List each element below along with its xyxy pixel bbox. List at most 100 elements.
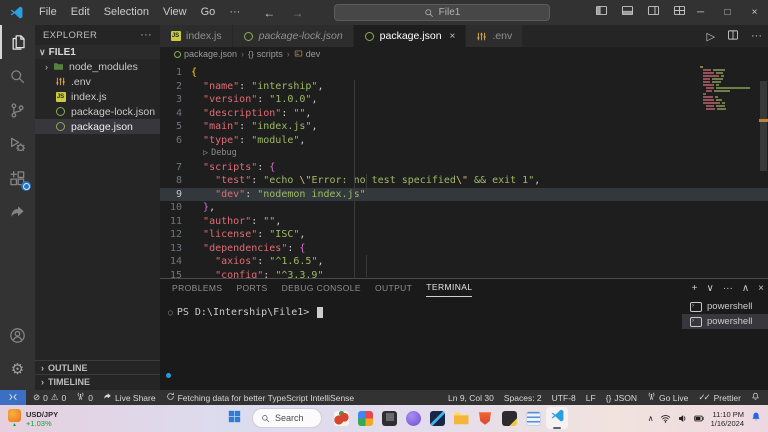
code-line-15[interactable]: 15 "config": "^3.3.9": [160, 269, 768, 279]
minimap[interactable]: [700, 66, 756, 111]
activity-manage[interactable]: ⚙: [0, 352, 35, 386]
start-button[interactable]: [224, 408, 245, 429]
status-indentation[interactable]: Spaces: 2: [499, 390, 547, 405]
breadcrumb-package-json[interactable]: package.json: [174, 49, 237, 59]
back-button[interactable]: ←: [263, 6, 275, 20]
section-timeline[interactable]: › TIMELINE: [35, 374, 160, 388]
menu-edit[interactable]: Edit: [64, 0, 97, 25]
code-line-13[interactable]: 13 "dependencies": {: [160, 242, 768, 256]
taskbar-app-notes-app[interactable]: [522, 407, 544, 429]
breadcrumb-scripts[interactable]: {} scripts: [248, 49, 283, 59]
battery-button[interactable]: [693, 413, 705, 424]
customize-layout-button[interactable]: [673, 4, 686, 22]
code-line-5[interactable]: 5 "main": "index.js",: [160, 120, 768, 134]
taskbar-app-dev-app[interactable]: [426, 407, 448, 429]
code-line-9[interactable]: 9 "dev": "nodemon index.js": [160, 187, 768, 201]
status-problems[interactable]: ⊘ 0 ⚠ 0: [28, 390, 71, 405]
activity-live-share[interactable]: [0, 195, 35, 229]
code-line-6[interactable]: 6 "type": "module",: [160, 134, 768, 148]
activity-run-and-debug[interactable]: [0, 127, 35, 161]
taskbar-app-chat-app[interactable]: [402, 407, 424, 429]
status-eol[interactable]: LF: [581, 390, 601, 405]
close-button[interactable]: ×: [758, 283, 764, 294]
menu-go[interactable]: Go: [194, 0, 223, 25]
more-button[interactable]: ···: [723, 283, 733, 294]
terminal-instance-2[interactable]: › powershell: [682, 314, 768, 329]
menu-more[interactable]: ···: [222, 0, 247, 25]
code-line-10[interactable]: 10 },: [160, 201, 768, 215]
code-line-2[interactable]: 2 "name": "intership",: [160, 80, 768, 94]
status-go-live[interactable]: Go Live: [642, 390, 693, 405]
activity-source-control[interactable]: [0, 93, 35, 127]
code-line-14[interactable]: 14 "axios": "^1.6.5",: [160, 255, 768, 269]
code-line-8[interactable]: 8 "test": "echo \"Error: no test specifi…: [160, 174, 768, 188]
taskbar-app-photos-app[interactable]: [354, 407, 376, 429]
section-outline[interactable]: › OUTLINE: [35, 360, 160, 374]
tab--env[interactable]: .env: [466, 25, 524, 47]
tab-package-lock-json[interactable]: package-lock.json: [232, 25, 354, 47]
explorer-item-package-json[interactable]: package.json: [35, 119, 160, 134]
wifi-button[interactable]: [660, 413, 671, 424]
explorer-item-node-modules[interactable]: › node_modules: [35, 59, 160, 74]
status-forwarded-ports[interactable]: 0: [71, 390, 98, 405]
scrollbar-thumb[interactable]: [760, 81, 767, 171]
more-actions-button[interactable]: ···: [140, 29, 152, 41]
status-language-mode[interactable]: {} JSON: [601, 390, 642, 405]
code-line-7[interactable]: 7 "scripts": {: [160, 161, 768, 175]
panel-tab-problems[interactable]: PROBLEMS: [172, 280, 222, 297]
code-line-4[interactable]: 4 "description": "",: [160, 107, 768, 121]
activity-extensions[interactable]: [0, 161, 35, 195]
toggle-primary-sidebar-button[interactable]: [595, 4, 608, 22]
widgets-button[interactable]: ▲ USD/JPY +1.03%: [8, 408, 58, 429]
menu-selection[interactable]: Selection: [97, 0, 156, 25]
command-center-search[interactable]: File1: [334, 4, 550, 21]
status-live-share[interactable]: Live Share: [98, 390, 161, 405]
taskbar-app-code-editor-dark[interactable]: [498, 407, 520, 429]
tray-clock[interactable]: 11:10 PM 1/16/2024: [711, 410, 744, 428]
explorer-item-package-lock-json[interactable]: package-lock.json: [35, 104, 160, 119]
explorer-item-index-js[interactable]: JS index.js: [35, 89, 160, 104]
forward-button[interactable]: →: [291, 6, 303, 20]
workspace-folder-row[interactable]: ∨ FILE1: [35, 45, 160, 59]
menu-view[interactable]: View: [156, 0, 194, 25]
status-cursor-position[interactable]: Ln 9, Col 30: [443, 390, 499, 405]
explorer-item--env[interactable]: .env: [35, 74, 160, 89]
status-typescript-intellisense[interactable]: Fetching data for better TypeScript Inte…: [161, 390, 360, 405]
panel-tab-debug-console[interactable]: DEBUG CONSOLE: [282, 280, 361, 297]
taskbar-app-file-explorer[interactable]: [450, 407, 472, 429]
panel-tab-output[interactable]: OUTPUT: [375, 280, 412, 297]
close-icon[interactable]: ×: [450, 31, 456, 42]
terminal-instance-1[interactable]: › powershell: [682, 299, 768, 314]
activity-explorer[interactable]: [0, 25, 35, 59]
code-line-3[interactable]: 3 "version": "1.0.0",: [160, 93, 768, 107]
notification-bell-icon[interactable]: [750, 410, 762, 428]
minimize-button[interactable]: ─: [687, 0, 714, 25]
tab-package-json[interactable]: package.json ×: [353, 25, 467, 47]
codelens[interactable]: ▷ Debug: [160, 147, 768, 161]
toggle-panel-button[interactable]: [621, 4, 634, 22]
code-line-1[interactable]: 1{: [160, 66, 768, 80]
status-prettier[interactable]: ✓✓ Prettier: [693, 390, 746, 405]
status-remote[interactable]: [0, 390, 26, 405]
code-line-12[interactable]: 12 "license": "ISC",: [160, 228, 768, 242]
split-editor-button[interactable]: [727, 29, 739, 44]
toggle-secondary-sidebar-button[interactable]: [647, 4, 660, 22]
taskbar-app-peppers-app[interactable]: [330, 407, 352, 429]
new-terminal-button[interactable]: +: [692, 283, 698, 294]
volume-button[interactable]: [677, 413, 688, 424]
panel-tab-ports[interactable]: PORTS: [236, 280, 267, 297]
activity-search[interactable]: [0, 59, 35, 93]
close-button[interactable]: ×: [741, 0, 768, 25]
terminal[interactable]: ○ PS D:\Intership\File1>: [160, 297, 682, 390]
restore-button[interactable]: □: [714, 0, 741, 25]
activity-accounts[interactable]: [0, 318, 35, 352]
menu-file[interactable]: File: [32, 0, 64, 25]
more-actions-button[interactable]: ···: [751, 30, 762, 42]
breadcrumb-dev[interactable]: dev: [294, 49, 320, 60]
tray-expand-button[interactable]: ∧: [648, 414, 654, 423]
taskbar-app-brave-browser[interactable]: [474, 407, 496, 429]
run-button[interactable]: ▷: [707, 30, 715, 43]
tab-index-js[interactable]: JS index.js: [160, 25, 233, 47]
taskbar-search[interactable]: Search: [252, 408, 322, 428]
status-encoding[interactable]: UTF-8: [547, 390, 581, 405]
